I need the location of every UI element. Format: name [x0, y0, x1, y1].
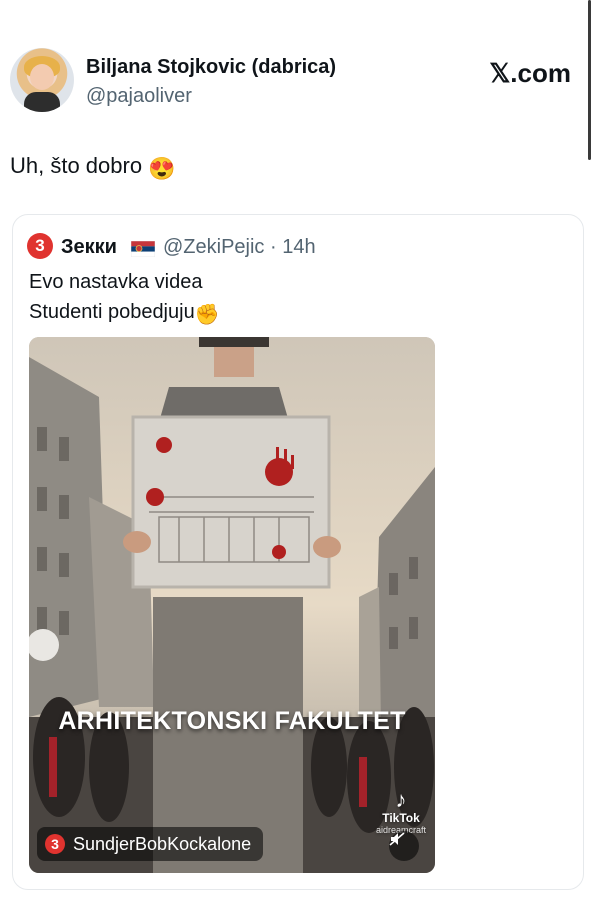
quoted-avatar[interactable]: 3 [27, 233, 53, 259]
brand-logo: 𝕏.com [489, 58, 571, 88]
video-thumbnail[interactable]: ARHITEKTONSKI FAKULTET ♪ TikTok aidreamc… [29, 337, 435, 873]
tweet-text: Uh, što dobro 😍 [10, 153, 176, 182]
video-caption: ARHITEKTONSKI FAKULTET [58, 707, 406, 735]
video-source-pill[interactable]: 3 SundjerBobKockalone [37, 827, 264, 861]
tweet-header: Biljana Stojkovic (dabrica) @pajaoliver … [10, 48, 585, 120]
source-badge-icon: 3 [45, 834, 65, 854]
raised-fist-emoji-icon: ✊ [194, 304, 220, 326]
tiktok-brand-text: TikTok [382, 811, 420, 825]
quoted-text-line-2: Studenti pobedjuju✊ [29, 301, 220, 327]
tiktok-logo-icon: ♪ [395, 787, 407, 812]
mute-icon [389, 832, 405, 846]
tiktok-watermark: ♪ TikTok aidreamcraft [375, 787, 427, 836]
author-name[interactable]: Biljana Stojkovic (dabrica) [86, 56, 336, 79]
video-source-label: SundjerBobKockalone [73, 833, 252, 854]
quoted-handle-time[interactable]: @ZekiPejic · 14h [163, 236, 316, 259]
quoted-author-name[interactable]: Зекки [61, 236, 117, 259]
quoted-text-line-2-body: Studenti pobedjuju [29, 301, 195, 323]
avatar[interactable] [10, 48, 74, 112]
tweet-body: Uh, što dobro [10, 153, 143, 178]
quoted-text-line-1: Evo nastavka videa [29, 271, 203, 293]
quoted-tweet-card[interactable]: 3 Зекки @ZekiPejic · 14h Evo nastavka vi… [12, 214, 584, 890]
author-handle[interactable]: @pajaoliver [86, 85, 192, 108]
heart-eyes-emoji-icon: 😍 [148, 156, 176, 181]
mute-button[interactable] [389, 831, 419, 861]
serbia-flag-icon [131, 241, 155, 257]
